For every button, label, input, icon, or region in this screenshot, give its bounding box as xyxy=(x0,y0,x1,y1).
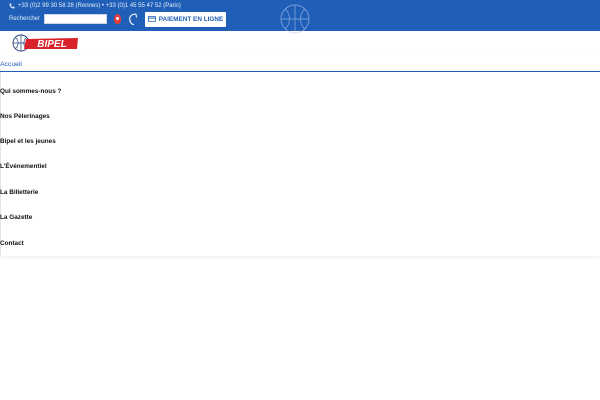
nav-item-billetterie[interactable]: La Billetterie xyxy=(0,189,38,196)
phone-line: +33 (0)2 99 30 58 28 (Rennes) • +33 (0)1… xyxy=(9,3,181,9)
nav-item-nos-pelerinages[interactable]: Nos Pèlerinages xyxy=(0,113,50,120)
search-input[interactable] xyxy=(44,14,108,24)
phone-icon xyxy=(9,3,15,9)
search-label: Rechercher xyxy=(9,16,41,22)
phone-numbers: +33 (0)2 99 30 58 28 (Rennes) • +33 (0)1… xyxy=(18,3,181,9)
nav-item-accueil[interactable]: Accueil xyxy=(0,61,22,68)
nav-item-bipel-et-les-jeunes[interactable]: Bipel et les jeunes xyxy=(0,138,56,145)
top-bar: +33 (0)2 99 30 58 28 (Rennes) • +33 (0)1… xyxy=(0,0,600,34)
logo-text: BIPEL xyxy=(37,39,66,50)
swirl-logo-icon[interactable] xyxy=(127,12,139,31)
online-payment-label: PAIEMENT EN LIGNE xyxy=(158,16,224,23)
basketball-watermark-icon xyxy=(278,2,312,41)
search-row: Rechercher xyxy=(9,14,108,24)
nav-active-underline xyxy=(0,71,600,72)
credit-card-icon xyxy=(147,15,156,24)
nav-item-qui-sommes-nous[interactable]: Qui sommes-nous ? xyxy=(0,88,61,95)
location-pin-icon[interactable] xyxy=(114,14,121,24)
nav-item-contact[interactable]: Contact xyxy=(0,240,24,247)
bipel-logo[interactable]: BIPEL xyxy=(12,33,80,58)
nav-item-gazette[interactable]: La Gazette xyxy=(0,214,32,221)
online-payment-button[interactable]: PAIEMENT EN LIGNE xyxy=(145,12,226,27)
main-navigation: Accueil Qui sommes-nous ? Nos Pèlerinage… xyxy=(0,56,600,256)
nav-item-evenementiel[interactable]: L'Événementiel xyxy=(0,163,47,170)
